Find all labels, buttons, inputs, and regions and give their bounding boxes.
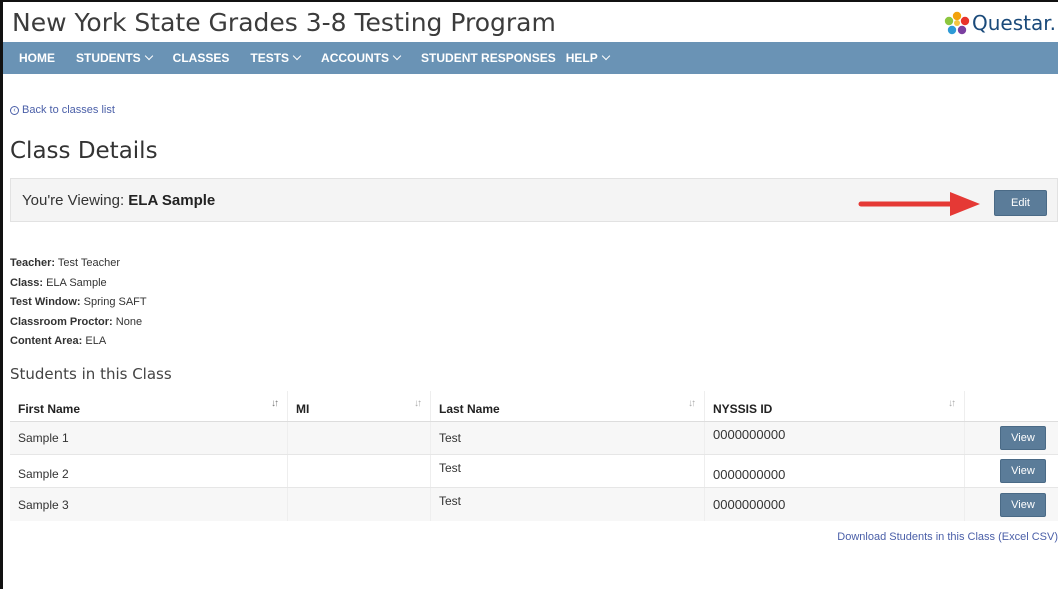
students-section-title: Students in this Class (10, 365, 172, 383)
cell-nyssis-id: 0000000000 (705, 488, 965, 521)
nav-student-responses[interactable]: STUDENT RESPONSES (421, 51, 556, 65)
cell-mi (288, 488, 431, 521)
cell-nyssis-id: 0000000000 (705, 422, 965, 454)
back-to-classes-link[interactable]: ‹ Back to classes list (10, 104, 115, 116)
chevron-down-icon (392, 51, 402, 61)
nav-label: CLASSES (172, 51, 230, 65)
cell-last-name: Test (431, 455, 705, 487)
column-last-name[interactable]: Last Name ↓↑ (431, 391, 705, 421)
column-actions (965, 391, 1058, 421)
cell-action: View (965, 488, 1058, 521)
questar-logo-icon (944, 11, 970, 35)
detail-classroom-proctor: Classroom Proctor: None (10, 315, 143, 328)
table-row: Sample 1 Test 0000000000 View (10, 422, 1058, 455)
detail-teacher: Teacher: Test Teacher (10, 257, 121, 269)
table-row: Sample 3 Test 0000000000 View (10, 488, 1058, 521)
app-header: New York State Grades 3-8 Testing Progra… (3, 2, 1058, 42)
nav-help[interactable]: HELP (565, 51, 610, 65)
detail-test-window: Test Window: Spring SAFT (10, 296, 147, 308)
sort-icon: ↓↑ (414, 398, 422, 409)
table-row: Sample 2 Test 0000000000 View (10, 455, 1058, 488)
nav-label: ACCOUNTS (321, 51, 390, 65)
students-table: First Name ↓↑ MI ↓↑ Last Name ↓↑ NYSSIS ID ↓… (10, 391, 1058, 521)
view-student-button[interactable]: View (1000, 426, 1046, 450)
table-header: First Name ↓↑ MI ↓↑ Last Name ↓↑ NYSSIS ID ↓… (10, 391, 1058, 422)
view-student-button[interactable]: View (1000, 459, 1046, 483)
nav-accounts[interactable]: ACCOUNTS (321, 51, 402, 65)
viewing-prefix: You're Viewing: (22, 192, 129, 209)
app-title: New York State Grades 3-8 Testing Progra… (12, 8, 556, 37)
nav-label: HELP (565, 51, 598, 65)
cell-first-name: Sample 2 (10, 455, 288, 487)
questar-logo[interactable]: Questar. (944, 11, 1056, 35)
cell-mi (288, 422, 431, 454)
class-details: Teacher: Test Teacher Class: ELA Sample … (10, 254, 147, 352)
nav-home[interactable]: HOME (19, 51, 55, 65)
nav-label: STUDENT RESPONSES (421, 51, 556, 65)
table-body: Sample 1 Test 0000000000 View Sample 2 T… (10, 422, 1058, 521)
nav-tests[interactable]: TESTS (250, 51, 302, 65)
nav-label: STUDENTS (76, 51, 141, 65)
main-nav: HOME STUDENTS CLASSES TESTS ACCOUNTS STU… (3, 42, 1058, 74)
cell-last-name: Test (431, 488, 705, 521)
nav-label: TESTS (250, 51, 290, 65)
column-first-name[interactable]: First Name ↓↑ (10, 391, 288, 421)
cell-mi (288, 455, 431, 487)
column-nyssis-id[interactable]: NYSSIS ID ↓↑ (705, 391, 965, 421)
cell-first-name: Sample 1 (10, 422, 288, 454)
nav-students[interactable]: STUDENTS (76, 51, 153, 65)
chevron-down-icon (144, 51, 153, 61)
viewing-class-name: ELA Sample (128, 192, 216, 209)
column-mi[interactable]: MI ↓↑ (288, 391, 431, 421)
sort-icon: ↓↑ (948, 398, 956, 409)
sort-asc-icon: ↓↑ (271, 398, 279, 409)
detail-content-area: Content Area: ELA (10, 335, 107, 347)
cell-action: View (965, 422, 1058, 454)
view-student-button[interactable]: View (1000, 492, 1046, 517)
page-title: Class Details (10, 138, 158, 164)
chevron-down-icon (292, 51, 302, 61)
red-arrow-icon (858, 192, 980, 216)
cell-nyssis-id: 0000000000 (705, 455, 965, 487)
nav-classes[interactable]: CLASSES (173, 51, 230, 65)
detail-class: Class: ELA Sample (10, 276, 107, 289)
sort-icon: ↓↑ (688, 398, 696, 409)
download-students-csv-link[interactable]: Download Students in this Class (Excel C… (837, 531, 1058, 543)
back-link-label: Back to classes list (22, 104, 115, 116)
nav-label: HOME (19, 51, 55, 65)
cell-last-name: Test (431, 422, 705, 454)
cell-first-name: Sample 3 (10, 488, 288, 521)
logo-text: Questar. (972, 11, 1056, 35)
edit-button[interactable]: Edit (994, 190, 1047, 216)
viewing-text: You're Viewing: ELA Sample (22, 192, 215, 209)
cell-action: View (965, 455, 1058, 487)
chevron-down-icon (601, 51, 610, 61)
back-arrow-icon: ‹ (10, 105, 19, 115)
